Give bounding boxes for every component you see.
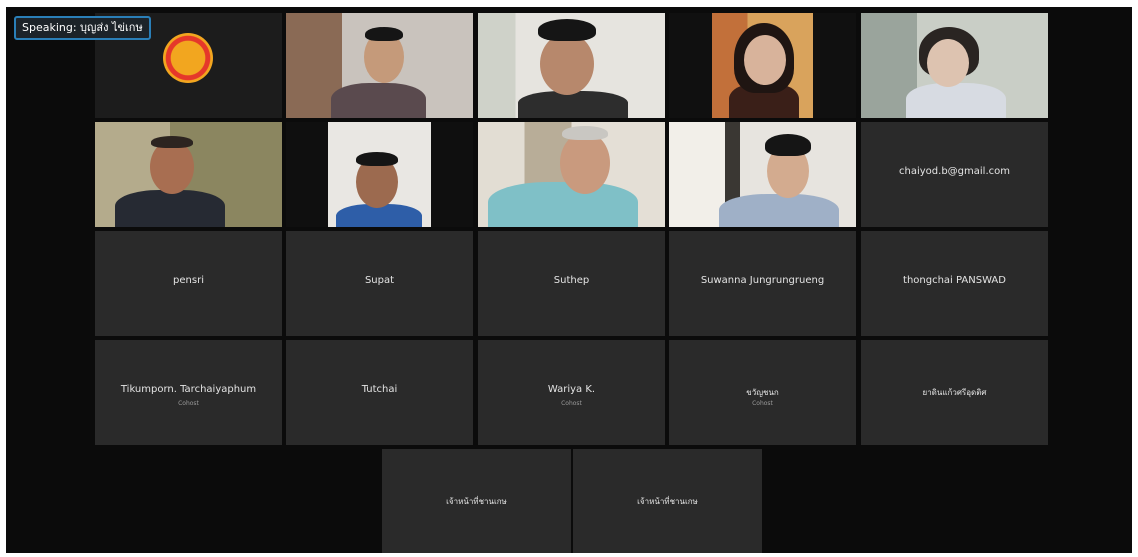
participant-name: chaiyod.b@gmail.com bbox=[899, 166, 1010, 177]
participant-tile-thongchai[interactable]: thongchai PANSWAD bbox=[861, 231, 1048, 336]
participant-tile-wariya[interactable]: Wariya K. Cohost bbox=[478, 340, 665, 445]
parliament-emblem-icon bbox=[163, 33, 213, 83]
person-hair bbox=[562, 126, 608, 140]
person-head bbox=[560, 132, 610, 194]
participant-name: เจ้าหน้าที่ชานเกษ bbox=[637, 497, 698, 506]
person-head bbox=[150, 140, 194, 194]
participant-tile-khwanchanok[interactable]: ขวัญชนก Cohost bbox=[669, 340, 856, 445]
person-body bbox=[488, 182, 638, 227]
participant-name: ขวัญชนก bbox=[746, 388, 779, 397]
person-hair bbox=[365, 27, 403, 41]
person-head bbox=[540, 33, 594, 95]
participant-video-8[interactable] bbox=[669, 122, 856, 227]
person-hair bbox=[765, 134, 811, 156]
participant-tile-supat[interactable]: Supat bbox=[286, 231, 473, 336]
person-hair bbox=[356, 152, 398, 166]
person-body bbox=[115, 190, 225, 227]
person-body bbox=[719, 194, 839, 227]
participant-tile-thai2[interactable]: ยาดินแก้วศรีอุดติศ bbox=[861, 340, 1048, 445]
participant-name: thongchai PANSWAD bbox=[903, 275, 1006, 286]
participant-name: Wariya K. bbox=[547, 384, 596, 395]
participant-tile-tikumporn[interactable]: Tikumporn. Tarchaiyaphum Cohost bbox=[95, 340, 282, 445]
participant-name: Supat bbox=[364, 275, 395, 286]
participant-video-2[interactable] bbox=[478, 13, 665, 118]
participant-role: Cohost bbox=[561, 400, 582, 407]
participant-tile-tutchai[interactable]: Tutchai bbox=[286, 340, 473, 445]
participant-video-1[interactable] bbox=[286, 13, 473, 118]
person-head bbox=[927, 39, 969, 87]
person-hair bbox=[151, 136, 193, 148]
person-hair bbox=[538, 19, 596, 41]
participant-video-7[interactable] bbox=[478, 122, 665, 227]
participant-tile-staff2[interactable]: เจ้าหน้าที่ชานเกษ bbox=[573, 449, 762, 553]
participant-name: เจ้าหน้าที่ชานเกษ bbox=[446, 497, 507, 506]
participant-video-3[interactable] bbox=[669, 13, 856, 118]
zoom-gallery-view: Speaking: บุญส่ง ไข่เกษ chaiyod.b@gmail.… bbox=[6, 7, 1132, 553]
participant-tile-pensri[interactable]: pensri bbox=[95, 231, 282, 336]
participant-video-4[interactable] bbox=[861, 13, 1048, 118]
person-body bbox=[906, 83, 1006, 118]
person-head bbox=[744, 35, 786, 85]
participant-role: Cohost bbox=[752, 400, 773, 407]
speaking-indicator: Speaking: บุญส่ง ไข่เกษ bbox=[14, 16, 151, 40]
participant-name: Tikumporn. Tarchaiyaphum bbox=[120, 384, 257, 395]
participant-name: Suwanna Jungrungrueng bbox=[700, 275, 825, 286]
participant-tile-staff1[interactable]: เจ้าหน้าที่ชานเกษ bbox=[382, 449, 571, 553]
participant-role: Cohost bbox=[178, 400, 199, 407]
person-body bbox=[331, 83, 426, 118]
participant-tile-chaiyod[interactable]: chaiyod.b@gmail.com bbox=[861, 122, 1048, 227]
person-body bbox=[518, 91, 628, 118]
participant-tile-suwanna[interactable]: Suwanna Jungrungrueng bbox=[669, 231, 856, 336]
participant-name: pensri bbox=[173, 275, 204, 286]
participant-name: ยาดินแก้วศรีอุดติศ bbox=[922, 388, 987, 397]
participant-name: Suthep bbox=[553, 275, 590, 286]
participant-video-6[interactable] bbox=[286, 122, 473, 227]
participant-tile-suthep[interactable]: Suthep bbox=[478, 231, 665, 336]
participant-name: Tutchai bbox=[361, 384, 398, 395]
participant-video-5[interactable] bbox=[95, 122, 282, 227]
